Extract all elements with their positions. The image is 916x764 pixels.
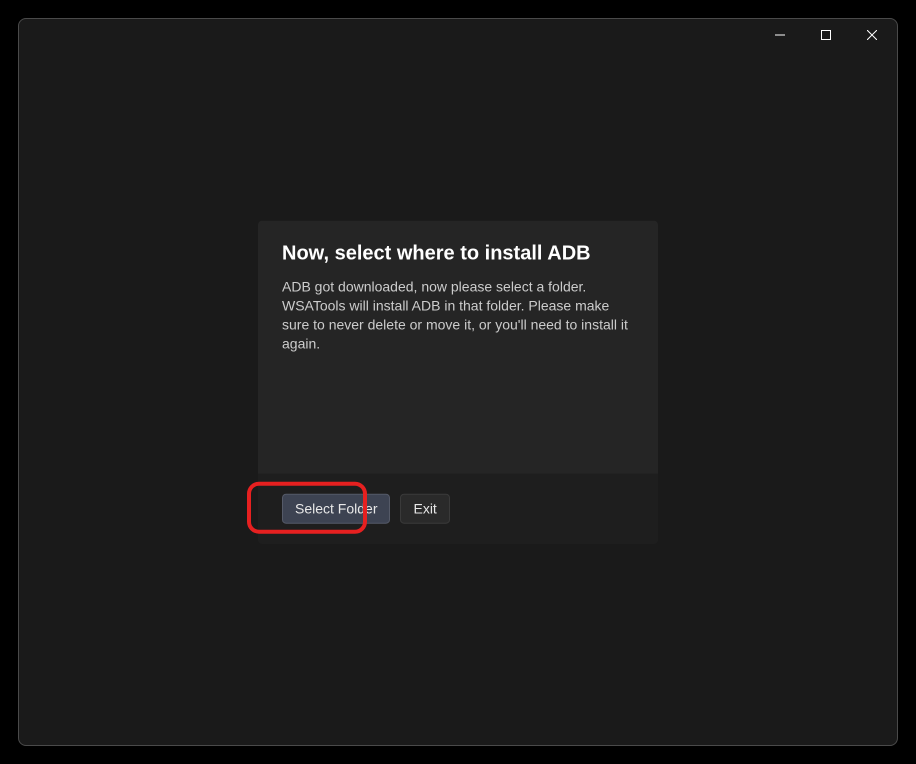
close-icon — [867, 30, 877, 40]
app-window: Now, select where to install ADB ADB got… — [18, 18, 898, 746]
dialog-title: Now, select where to install ADB — [282, 243, 634, 266]
exit-button[interactable]: Exit — [400, 493, 449, 523]
dialog-description: ADB got downloaded, now please select a … — [282, 278, 634, 354]
content-area: Now, select where to install ADB ADB got… — [258, 221, 658, 544]
install-dialog: Now, select where to install ADB ADB got… — [258, 221, 658, 544]
select-folder-button[interactable]: Select Folder — [282, 493, 390, 523]
dialog-footer: Select Folder Exit — [258, 473, 658, 543]
close-button[interactable] — [849, 19, 895, 51]
minimize-button[interactable] — [757, 19, 803, 51]
window-controls — [757, 19, 895, 51]
maximize-button[interactable] — [803, 19, 849, 51]
dialog-body: Now, select where to install ADB ADB got… — [258, 221, 658, 474]
minimize-icon — [775, 30, 785, 40]
maximize-icon — [821, 30, 831, 40]
titlebar — [19, 19, 897, 51]
dialog-wrapper: Now, select where to install ADB ADB got… — [258, 221, 658, 544]
